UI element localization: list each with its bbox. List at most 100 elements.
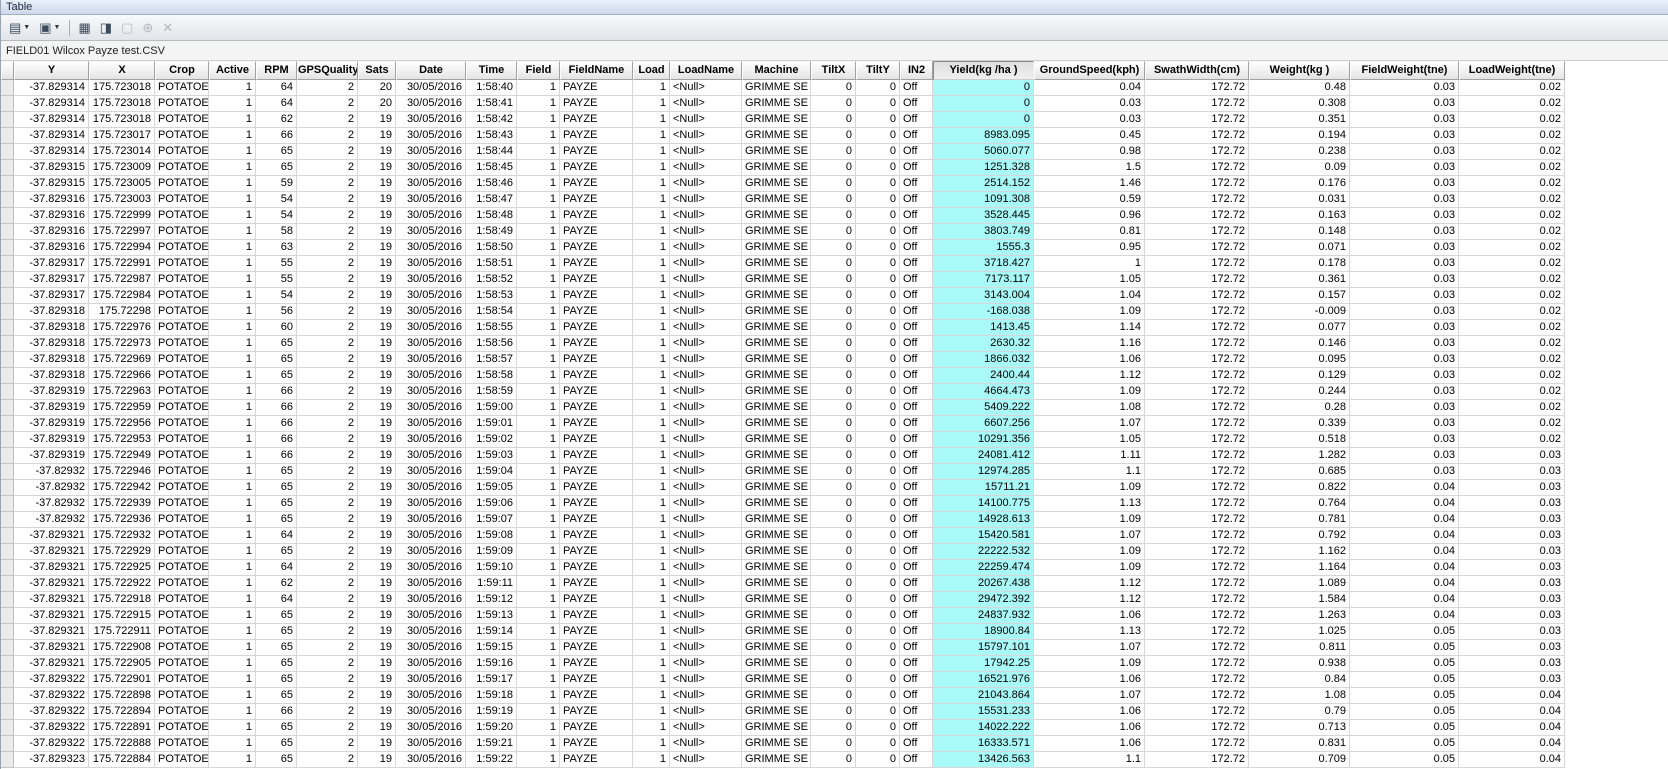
cell-swathwidth[interactable]: 172.72	[1145, 512, 1249, 528]
cell-sats[interactable]: 19	[358, 320, 396, 336]
cell-weight[interactable]: 0.822	[1249, 480, 1350, 496]
cell-sats[interactable]: 19	[358, 512, 396, 528]
column-header-rpm[interactable]: RPM	[256, 61, 297, 80]
cell-loadweight[interactable]: 0.04	[1459, 720, 1565, 736]
cell-fieldname[interactable]: PAYZE	[560, 688, 633, 704]
cell-in2[interactable]: Off	[900, 384, 933, 400]
cell-fieldname[interactable]: PAYZE	[560, 528, 633, 544]
cell-yield[interactable]: 15531.233	[933, 704, 1034, 720]
cell-machine[interactable]: GRIMME SE	[742, 128, 811, 144]
cell-active[interactable]: 1	[209, 496, 256, 512]
cell-loadname[interactable]: <Null>	[670, 448, 742, 464]
row-selector[interactable]	[1, 400, 14, 416]
cell-sats[interactable]: 19	[358, 416, 396, 432]
cell-swathwidth[interactable]: 172.72	[1145, 144, 1249, 160]
cell-loadweight[interactable]: 0.03	[1459, 656, 1565, 672]
cell-tilty[interactable]: 0	[856, 720, 900, 736]
cell-loadname[interactable]: <Null>	[670, 192, 742, 208]
cell-y[interactable]: -37.829317	[14, 256, 89, 272]
cell-active[interactable]: 1	[209, 576, 256, 592]
cell-tiltx[interactable]: 0	[811, 176, 856, 192]
cell-crop[interactable]: POTATOE	[155, 544, 209, 560]
cell-active[interactable]: 1	[209, 272, 256, 288]
cell-field[interactable]: 1	[517, 512, 560, 528]
cell-yield[interactable]: 1251.328	[933, 160, 1034, 176]
cell-sats[interactable]: 19	[358, 704, 396, 720]
cell-date[interactable]: 30/05/2016	[396, 176, 466, 192]
cell-weight[interactable]: 0.79	[1249, 704, 1350, 720]
cell-rpm[interactable]: 65	[256, 160, 297, 176]
cell-field[interactable]: 1	[517, 368, 560, 384]
cell-groundspeed[interactable]: 1.09	[1034, 304, 1145, 320]
cell-x[interactable]: 175.722959	[89, 400, 155, 416]
cell-sats[interactable]: 19	[358, 240, 396, 256]
cell-tiltx[interactable]: 0	[811, 560, 856, 576]
cell-field[interactable]: 1	[517, 528, 560, 544]
cell-loadweight[interactable]: 0.03	[1459, 560, 1565, 576]
cell-rpm[interactable]: 62	[256, 112, 297, 128]
cell-tilty[interactable]: 0	[856, 96, 900, 112]
cell-rpm[interactable]: 65	[256, 608, 297, 624]
cell-fieldweight[interactable]: 0.03	[1350, 400, 1459, 416]
column-header-sats[interactable]: Sats	[358, 61, 396, 80]
cell-rpm[interactable]: 64	[256, 560, 297, 576]
cell-time[interactable]: 1:58:44	[466, 144, 517, 160]
cell-weight[interactable]: -0.009	[1249, 304, 1350, 320]
cell-machine[interactable]: GRIMME SE	[742, 544, 811, 560]
cell-tilty[interactable]: 0	[856, 112, 900, 128]
cell-y[interactable]: -37.829318	[14, 352, 89, 368]
row-selector[interactable]	[1, 720, 14, 736]
cell-x[interactable]: 175.722963	[89, 384, 155, 400]
cell-x[interactable]: 175.72298	[89, 304, 155, 320]
cell-tilty[interactable]: 0	[856, 608, 900, 624]
cell-time[interactable]: 1:58:59	[466, 384, 517, 400]
cell-crop[interactable]: POTATOE	[155, 704, 209, 720]
cell-y[interactable]: -37.829321	[14, 560, 89, 576]
cell-machine[interactable]: GRIMME SE	[742, 560, 811, 576]
cell-swathwidth[interactable]: 172.72	[1145, 592, 1249, 608]
cell-sats[interactable]: 19	[358, 432, 396, 448]
cell-gpsquality[interactable]: 2	[297, 640, 358, 656]
cell-swathwidth[interactable]: 172.72	[1145, 608, 1249, 624]
cell-crop[interactable]: POTATOE	[155, 464, 209, 480]
cell-tilty[interactable]: 0	[856, 144, 900, 160]
cell-machine[interactable]: GRIMME SE	[742, 640, 811, 656]
cell-active[interactable]: 1	[209, 144, 256, 160]
cell-active[interactable]: 1	[209, 176, 256, 192]
cell-sats[interactable]: 19	[358, 624, 396, 640]
cell-yield[interactable]: 15711.21	[933, 480, 1034, 496]
column-header-tilty[interactable]: TiltY	[856, 61, 900, 80]
cell-tilty[interactable]: 0	[856, 592, 900, 608]
cell-fieldweight[interactable]: 0.04	[1350, 480, 1459, 496]
cell-yield[interactable]: 1413.45	[933, 320, 1034, 336]
cell-sats[interactable]: 19	[358, 656, 396, 672]
cell-field[interactable]: 1	[517, 640, 560, 656]
cell-load[interactable]: 1	[633, 512, 670, 528]
cell-active[interactable]: 1	[209, 400, 256, 416]
cell-groundspeed[interactable]: 1.09	[1034, 384, 1145, 400]
cell-tilty[interactable]: 0	[856, 464, 900, 480]
column-header-load[interactable]: Load	[633, 61, 670, 80]
cell-groundspeed[interactable]: 1.12	[1034, 368, 1145, 384]
cell-weight[interactable]: 0.244	[1249, 384, 1350, 400]
cell-tiltx[interactable]: 0	[811, 320, 856, 336]
cell-y[interactable]: -37.829318	[14, 368, 89, 384]
cell-fieldweight[interactable]: 0.03	[1350, 368, 1459, 384]
cell-loadname[interactable]: <Null>	[670, 480, 742, 496]
cell-loadweight[interactable]: 0.03	[1459, 640, 1565, 656]
cell-date[interactable]: 30/05/2016	[396, 544, 466, 560]
cell-active[interactable]: 1	[209, 304, 256, 320]
cell-gpsquality[interactable]: 2	[297, 240, 358, 256]
cell-fieldweight[interactable]: 0.03	[1350, 448, 1459, 464]
cell-date[interactable]: 30/05/2016	[396, 448, 466, 464]
cell-crop[interactable]: POTATOE	[155, 736, 209, 752]
cell-groundspeed[interactable]: 0.59	[1034, 192, 1145, 208]
cell-load[interactable]: 1	[633, 464, 670, 480]
cell-sats[interactable]: 19	[358, 640, 396, 656]
cell-groundspeed[interactable]: 1.05	[1034, 272, 1145, 288]
cell-y[interactable]: -37.829314	[14, 80, 89, 96]
cell-active[interactable]: 1	[209, 624, 256, 640]
cell-field[interactable]: 1	[517, 160, 560, 176]
cell-tiltx[interactable]: 0	[811, 352, 856, 368]
cell-tiltx[interactable]: 0	[811, 464, 856, 480]
